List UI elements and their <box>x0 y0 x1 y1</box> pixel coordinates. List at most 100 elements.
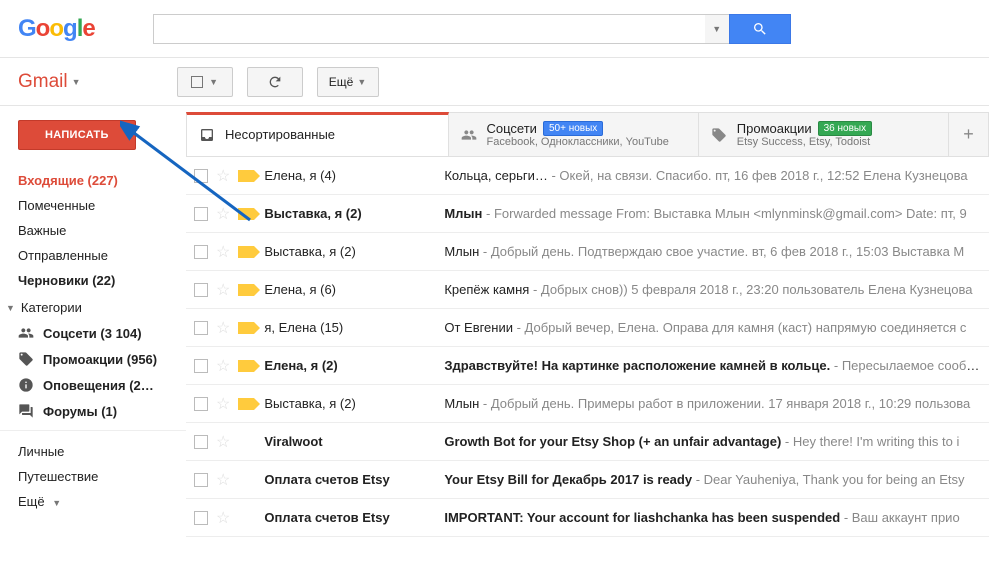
sidebar-item-travel[interactable]: Путешествие <box>0 464 186 489</box>
chevron-down-icon: ▼ <box>52 498 61 508</box>
tab-promotions[interactable]: Промоакции 36 новых Etsy Success, Etsy, … <box>699 112 949 156</box>
label-tag-icon[interactable] <box>238 322 254 334</box>
chevron-down-icon: ▼ <box>72 77 81 87</box>
row-from: Выставка, я (2) <box>264 206 444 221</box>
row-checkbox[interactable] <box>194 283 208 297</box>
refresh-button[interactable] <box>247 67 303 97</box>
google-logo[interactable]: Google <box>18 15 95 43</box>
sidebar-nav: Входящие (227) Помеченные Важные Отправл… <box>0 168 186 514</box>
row-checkbox[interactable] <box>194 245 208 259</box>
sidebar-more[interactable]: Ещё ▼ <box>0 489 186 514</box>
row-subject: Млын - Forwarded message From: Выставка … <box>444 206 981 221</box>
tab-label: Промоакции <box>737 121 812 136</box>
compose-button[interactable]: НАПИСАТЬ <box>18 120 136 150</box>
select-all-button[interactable]: ▼ <box>177 67 233 97</box>
row-from: Оплата счетов Etsy <box>264 510 444 525</box>
refresh-icon <box>267 74 283 90</box>
label-tag-icon[interactable] <box>238 360 254 372</box>
more-button[interactable]: Ещё ▼ <box>317 67 379 97</box>
email-row[interactable]: ☆Оплата счетов EtsyYour Etsy Bill for Де… <box>186 461 989 499</box>
email-row[interactable]: ☆Елена, я (4)Кольца, серьги… - Окей, на … <box>186 157 989 195</box>
forum-icon <box>18 403 34 419</box>
tag-icon <box>18 351 34 367</box>
star-icon[interactable]: ☆ <box>216 432 230 452</box>
row-subject: От Евгении - Добрый вечер, Елена. Оправа… <box>444 320 981 335</box>
row-from: Елена, я (4) <box>264 168 444 183</box>
tab-primary[interactable]: Несортированные <box>186 112 449 156</box>
star-icon[interactable]: ☆ <box>216 204 230 224</box>
star-icon[interactable]: ☆ <box>216 394 230 414</box>
sidebar-item-personal[interactable]: Личные <box>0 439 186 464</box>
tab-social[interactable]: Соцсети 50+ новых Facebook, Одноклассник… <box>449 112 699 156</box>
sidebar-categories-toggle[interactable]: ▼ Категории <box>0 293 186 320</box>
category-tabs: Несортированные Соцсети 50+ новых Facebo… <box>186 112 989 157</box>
people-icon <box>461 127 477 143</box>
row-checkbox[interactable] <box>194 321 208 335</box>
email-list: ☆Елена, я (4)Кольца, серьги… - Окей, на … <box>186 157 989 565</box>
chevron-down-icon: ▼ <box>357 77 366 87</box>
star-icon[interactable]: ☆ <box>216 508 230 528</box>
categories-label: Категории <box>21 300 82 315</box>
row-checkbox[interactable] <box>194 435 208 449</box>
sidebar: НАПИСАТЬ Входящие (227) Помеченные Важны… <box>0 106 186 565</box>
header: Google ▼ <box>0 0 989 58</box>
label-tag-icon[interactable] <box>238 208 254 220</box>
label-tag-icon[interactable] <box>238 170 254 182</box>
sidebar-category-forums[interactable]: Форумы (1) <box>0 398 186 424</box>
gmail-menu[interactable]: Gmail ▼ <box>18 71 81 93</box>
star-icon[interactable]: ☆ <box>216 166 230 186</box>
content: Несортированные Соцсети 50+ новых Facebo… <box>186 106 989 565</box>
row-checkbox[interactable] <box>194 473 208 487</box>
label-tag-icon[interactable] <box>238 398 254 410</box>
sidebar-item-starred[interactable]: Помеченные <box>0 193 186 218</box>
sub-header: Gmail ▼ ▼ Ещё ▼ <box>0 58 989 106</box>
tab-badge: 36 новых <box>818 121 873 136</box>
row-checkbox[interactable] <box>194 169 208 183</box>
search-button[interactable] <box>729 14 791 44</box>
toolbar: ▼ Ещё ▼ <box>177 67 379 97</box>
sidebar-category-promotions[interactable]: Промоакции (956) <box>0 346 186 372</box>
email-row[interactable]: ☆ Елена, я (6)Крепёж камня - Добрых снов)… <box>186 271 989 309</box>
row-checkbox[interactable] <box>194 397 208 411</box>
row-checkbox[interactable] <box>194 511 208 525</box>
label-tag-icon[interactable] <box>238 284 254 296</box>
row-subject: Млын - Добрый день. Примеры работ в прил… <box>444 396 981 411</box>
label-tag-icon[interactable] <box>238 474 254 486</box>
email-row[interactable]: ☆я, Елена (15)От Евгении - Добрый вечер,… <box>186 309 989 347</box>
star-icon[interactable]: ☆ <box>216 242 230 262</box>
email-row[interactable]: ☆Выставка, я (2)Млын - Добрый день. Подт… <box>186 233 989 271</box>
email-row[interactable]: ☆ Выставка, я (2)Млын - Forwarded message… <box>186 195 989 233</box>
label-tag-icon[interactable] <box>238 436 254 448</box>
sidebar-item-important[interactable]: Важные <box>0 218 186 243</box>
email-row[interactable]: ☆ViralwootGrowth Bot for your Etsy Shop … <box>186 423 989 461</box>
search-input[interactable] <box>153 14 705 44</box>
chevron-down-icon: ▼ <box>209 77 218 87</box>
row-subject: Growth Bot for your Etsy Shop (+ an unfa… <box>444 434 981 449</box>
label-tag-icon[interactable] <box>238 512 254 524</box>
sidebar-category-updates[interactable]: Оповещения (2… <box>0 372 186 398</box>
star-icon[interactable]: ☆ <box>216 470 230 490</box>
search-options-dropdown[interactable]: ▼ <box>705 14 729 44</box>
row-checkbox[interactable] <box>194 207 208 221</box>
chevron-down-icon: ▼ <box>712 24 721 34</box>
tab-badge: 50+ новых <box>543 121 603 136</box>
row-subject: IMPORTANT: Your account for liashchanka … <box>444 510 981 525</box>
email-row[interactable]: ☆Елена, я (2)Здравствуйте! На картинке р… <box>186 347 989 385</box>
row-subject: Крепёж камня - Добрых снов)) 5 февраля 2… <box>444 282 981 297</box>
row-checkbox[interactable] <box>194 359 208 373</box>
sidebar-category-social[interactable]: Соцсети (3 104) <box>0 320 186 346</box>
tag-icon <box>711 127 727 143</box>
email-row[interactable]: ☆Выставка, я (2)Млын - Добрый день. Прим… <box>186 385 989 423</box>
sidebar-item-sent[interactable]: Отправленные <box>0 243 186 268</box>
row-subject: Your Etsy Bill for Декабрь 2017 is ready… <box>444 472 981 487</box>
star-icon[interactable]: ☆ <box>216 318 230 338</box>
email-row[interactable]: ☆ Оплата счетов EtsyIMPORTANT: Your accou… <box>186 499 989 537</box>
star-icon[interactable]: ☆ <box>216 280 230 300</box>
tab-add[interactable]: + <box>949 112 989 156</box>
chevron-down-icon: ▼ <box>6 303 15 313</box>
sidebar-item-inbox[interactable]: Входящие (227) <box>0 168 186 193</box>
sidebar-item-drafts[interactable]: Черновики (22) <box>0 268 186 293</box>
star-icon[interactable]: ☆ <box>216 356 230 376</box>
row-from: Елена, я (6) <box>264 282 444 297</box>
label-tag-icon[interactable] <box>238 246 254 258</box>
